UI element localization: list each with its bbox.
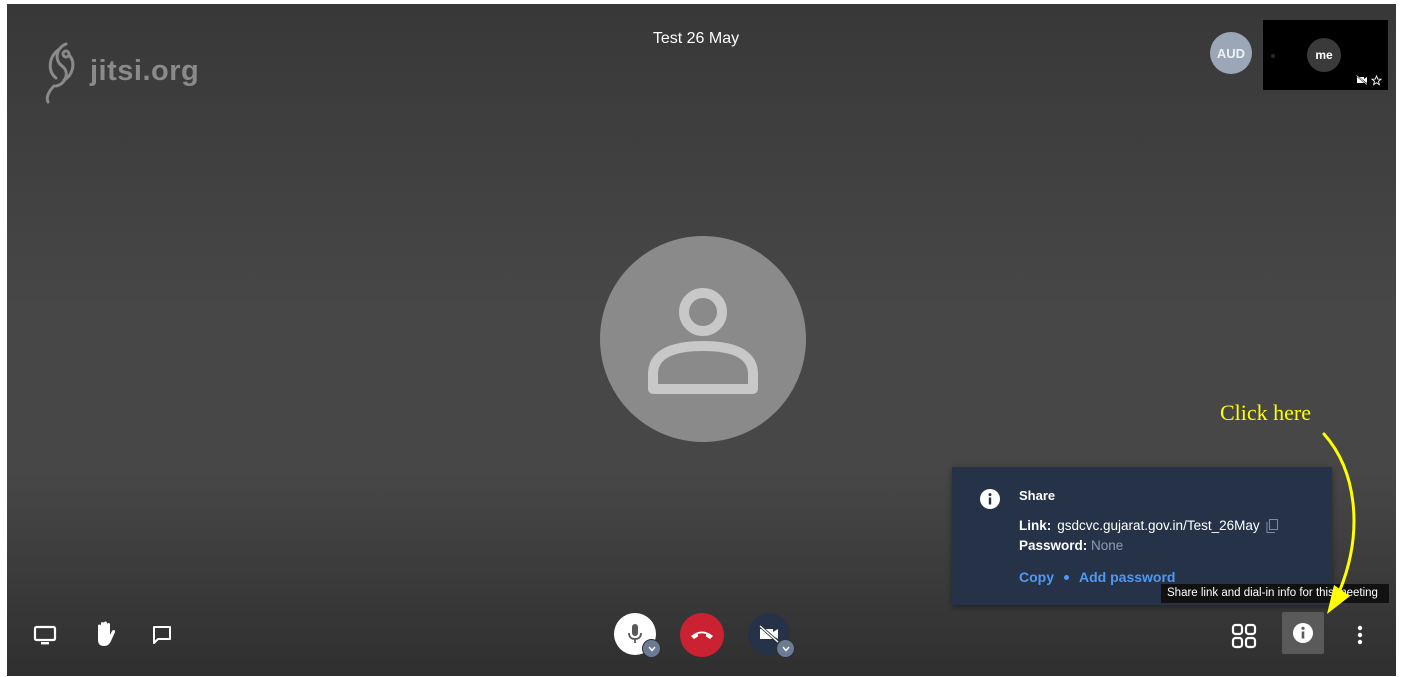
separator-dot — [1064, 574, 1069, 580]
raise-hand-icon[interactable] — [93, 620, 119, 648]
password-value: None — [1091, 538, 1124, 553]
hangup-icon — [691, 631, 713, 639]
self-status-icons — [1356, 75, 1382, 86]
tile-view-icon[interactable] — [1231, 623, 1257, 649]
copy-icon[interactable] — [1266, 518, 1278, 533]
chevron-down-icon — [647, 646, 656, 652]
chevron-down-icon — [781, 646, 790, 652]
self-avatar: me — [1307, 38, 1341, 72]
logo-text: jitsi.org — [90, 54, 200, 87]
add-password-button[interactable]: Add password — [1079, 569, 1175, 585]
microphone-icon — [628, 624, 642, 643]
share-actions: Copy Add password — [1019, 569, 1175, 585]
microphone-button[interactable] — [614, 613, 661, 658]
share-password-row: Password: None — [1019, 538, 1123, 553]
share-link-row: Link: gsdcvc.gujarat.gov.in/Test_26May — [1019, 518, 1278, 533]
copy-link-button[interactable]: Copy — [1019, 569, 1054, 585]
remote-participant-avatar[interactable]: AUD — [1210, 32, 1252, 74]
camera-muted-icon — [759, 625, 779, 643]
meeting-title: Test 26 May — [652, 30, 740, 47]
camera-options-chevron[interactable] — [776, 639, 795, 658]
hangup-button[interactable] — [680, 613, 724, 657]
more-options-icon[interactable] — [1356, 624, 1364, 646]
password-label: Password: — [1019, 538, 1088, 553]
screen-share-icon[interactable] — [33, 624, 57, 646]
share-panel-title: Share — [1019, 488, 1056, 503]
camera-muted-icon — [1356, 75, 1368, 85]
microphone-options-chevron[interactable] — [642, 639, 661, 658]
link-label: Link: — [1019, 518, 1052, 533]
dominant-speaker-avatar — [600, 236, 806, 442]
user-placeholder-icon — [648, 288, 758, 394]
info-button[interactable] — [1282, 612, 1324, 654]
info-tooltip: Share link and dial-in info for this mee… — [1161, 584, 1389, 603]
info-icon — [980, 489, 1000, 509]
status-dot — [1271, 54, 1275, 58]
annotation-label: Click here — [1220, 400, 1312, 425]
camera-button[interactable] — [748, 613, 795, 658]
star-icon — [1371, 75, 1382, 86]
info-icon — [1293, 623, 1313, 643]
link-value[interactable]: gsdcvc.gujarat.gov.in/Test_26May — [1057, 518, 1259, 533]
self-view-tile[interactable]: me — [1263, 20, 1388, 90]
chat-icon[interactable] — [151, 624, 173, 646]
